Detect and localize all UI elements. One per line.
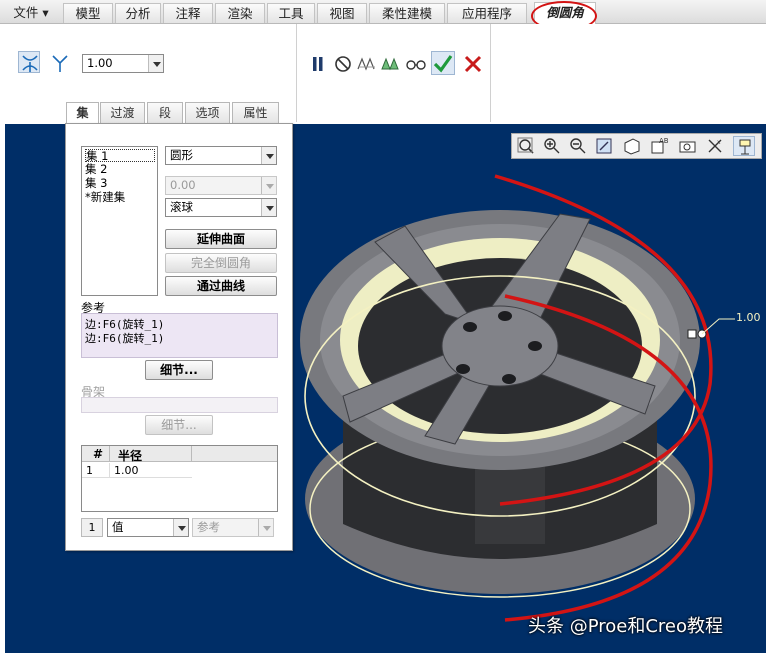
chevron-down-icon[interactable]: [261, 147, 276, 164]
radius-table[interactable]: # 半径 1 1.00: [81, 445, 278, 512]
tab-transitions[interactable]: 过渡: [100, 102, 145, 124]
chevron-down-icon[interactable]: [148, 55, 163, 72]
cancel-x-icon[interactable]: [461, 52, 483, 74]
list-item[interactable]: 集 2: [85, 163, 107, 176]
tab-sets[interactable]: 集: [66, 102, 99, 125]
col-index-header: #: [93, 447, 104, 461]
saved-views-icon[interactable]: AB: [649, 136, 671, 156]
method-combo[interactable]: 滚球: [165, 198, 277, 217]
distance-combo: 0.00: [165, 176, 277, 195]
column-divider: [191, 446, 192, 462]
display-style-icon[interactable]: [621, 136, 643, 156]
datum-display-icon[interactable]: x: [705, 136, 727, 156]
table-header: # 半径: [82, 446, 277, 463]
verify-mode-icon[interactable]: [355, 52, 377, 74]
tab-render[interactable]: 渲染: [215, 3, 265, 23]
ribbon-separator: [490, 24, 491, 122]
cross-section-value: 圆形: [170, 148, 193, 162]
repaint-icon[interactable]: [594, 136, 616, 156]
apply-check-icon[interactable]: [431, 51, 455, 75]
through-curve-button[interactable]: 通过曲线: [165, 276, 277, 296]
radius-combo[interactable]: 1.00: [82, 54, 164, 73]
watermark: 头条 @Proe和Creo教程: [528, 616, 724, 637]
reference-item[interactable]: 边:F6(旋转_1): [85, 330, 164, 346]
tab-applications[interactable]: 应用程序: [447, 3, 527, 23]
svg-text:x: x: [717, 139, 721, 146]
chamfer-round-icon[interactable]: [48, 51, 70, 73]
tab-view[interactable]: 视图: [317, 3, 367, 23]
zoom-in-icon[interactable]: [541, 136, 563, 156]
sets-panel: 集 1 集 2 集 3 *新建集 圆形 0.00 滚球 延伸曲面 完全倒圆角 通…: [65, 123, 293, 551]
table-row[interactable]: 1 1.00: [82, 463, 192, 478]
tab-pieces[interactable]: 段: [147, 102, 183, 124]
list-item[interactable]: 集 1: [85, 149, 155, 163]
full-round-button: 完全倒圆角: [165, 253, 277, 273]
chevron-down-icon: [261, 177, 276, 194]
radius-value: 1.00: [87, 56, 113, 70]
row-index: 1: [86, 464, 93, 477]
skeleton-details-button: 细节...: [145, 415, 213, 435]
list-item[interactable]: 集 3: [85, 177, 107, 190]
tab-options[interactable]: 选项: [185, 102, 230, 124]
method-value: 滚球: [170, 200, 193, 214]
value-type-combo[interactable]: 值: [107, 518, 189, 537]
sets-list[interactable]: 集 1 集 2 集 3 *新建集: [81, 146, 158, 296]
preview-icon[interactable]: [331, 52, 353, 74]
footer-index: 1: [81, 518, 103, 537]
column-divider: [109, 463, 110, 478]
details-button[interactable]: 细节...: [145, 360, 213, 380]
camera-icon[interactable]: [677, 136, 699, 156]
radius-dimension-label[interactable]: 1.00: [736, 311, 761, 324]
ribbon-separator: [296, 24, 297, 122]
chevron-down-icon[interactable]: [173, 519, 188, 536]
cross-section-combo[interactable]: 圆形: [165, 146, 277, 165]
tab-model[interactable]: 模型: [63, 3, 113, 23]
list-item[interactable]: *新建集: [85, 191, 125, 204]
extend-surfaces-button[interactable]: 延伸曲面: [165, 229, 277, 249]
chevron-down-icon[interactable]: [261, 199, 276, 216]
col-radius-header: 半径: [118, 449, 143, 463]
svg-text:AB: AB: [659, 137, 669, 145]
file-menu-label: 文件: [13, 5, 39, 20]
menu-bar: 文件 ▾ 模型 分析 注释 渲染 工具 视图 柔性建模 应用程序 倒圆角: [0, 0, 766, 24]
references-collector[interactable]: 边:F6(旋转_1) 边:F6(旋转_1): [81, 313, 278, 358]
skeleton-collector: [81, 397, 278, 413]
geometry-preview-icon[interactable]: [379, 52, 401, 74]
value-type-value: 值: [112, 520, 124, 534]
tab-tools[interactable]: 工具: [267, 3, 315, 23]
zoom-out-icon[interactable]: [567, 136, 589, 156]
refit-icon[interactable]: [515, 136, 537, 156]
view-toolbar: AB x: [511, 133, 762, 159]
chevron-down-icon: [258, 519, 273, 536]
reference-type-value: 参考: [197, 520, 220, 534]
file-menu[interactable]: 文件 ▾: [6, 3, 56, 23]
annotation-display-icon[interactable]: [733, 136, 755, 156]
pause-icon[interactable]: [306, 52, 328, 74]
tab-annotate[interactable]: 注释: [163, 3, 213, 23]
column-divider: [109, 446, 110, 462]
row-radius[interactable]: 1.00: [114, 464, 139, 477]
tab-analysis[interactable]: 分析: [115, 3, 161, 23]
distance-value: 0.00: [170, 178, 196, 192]
reference-type-combo: 参考: [192, 518, 274, 537]
glasses-icon[interactable]: [404, 52, 426, 74]
constant-round-icon[interactable]: [18, 51, 40, 73]
tab-flexible-modeling[interactable]: 柔性建模: [369, 3, 445, 23]
tab-properties[interactable]: 属性: [232, 102, 279, 124]
